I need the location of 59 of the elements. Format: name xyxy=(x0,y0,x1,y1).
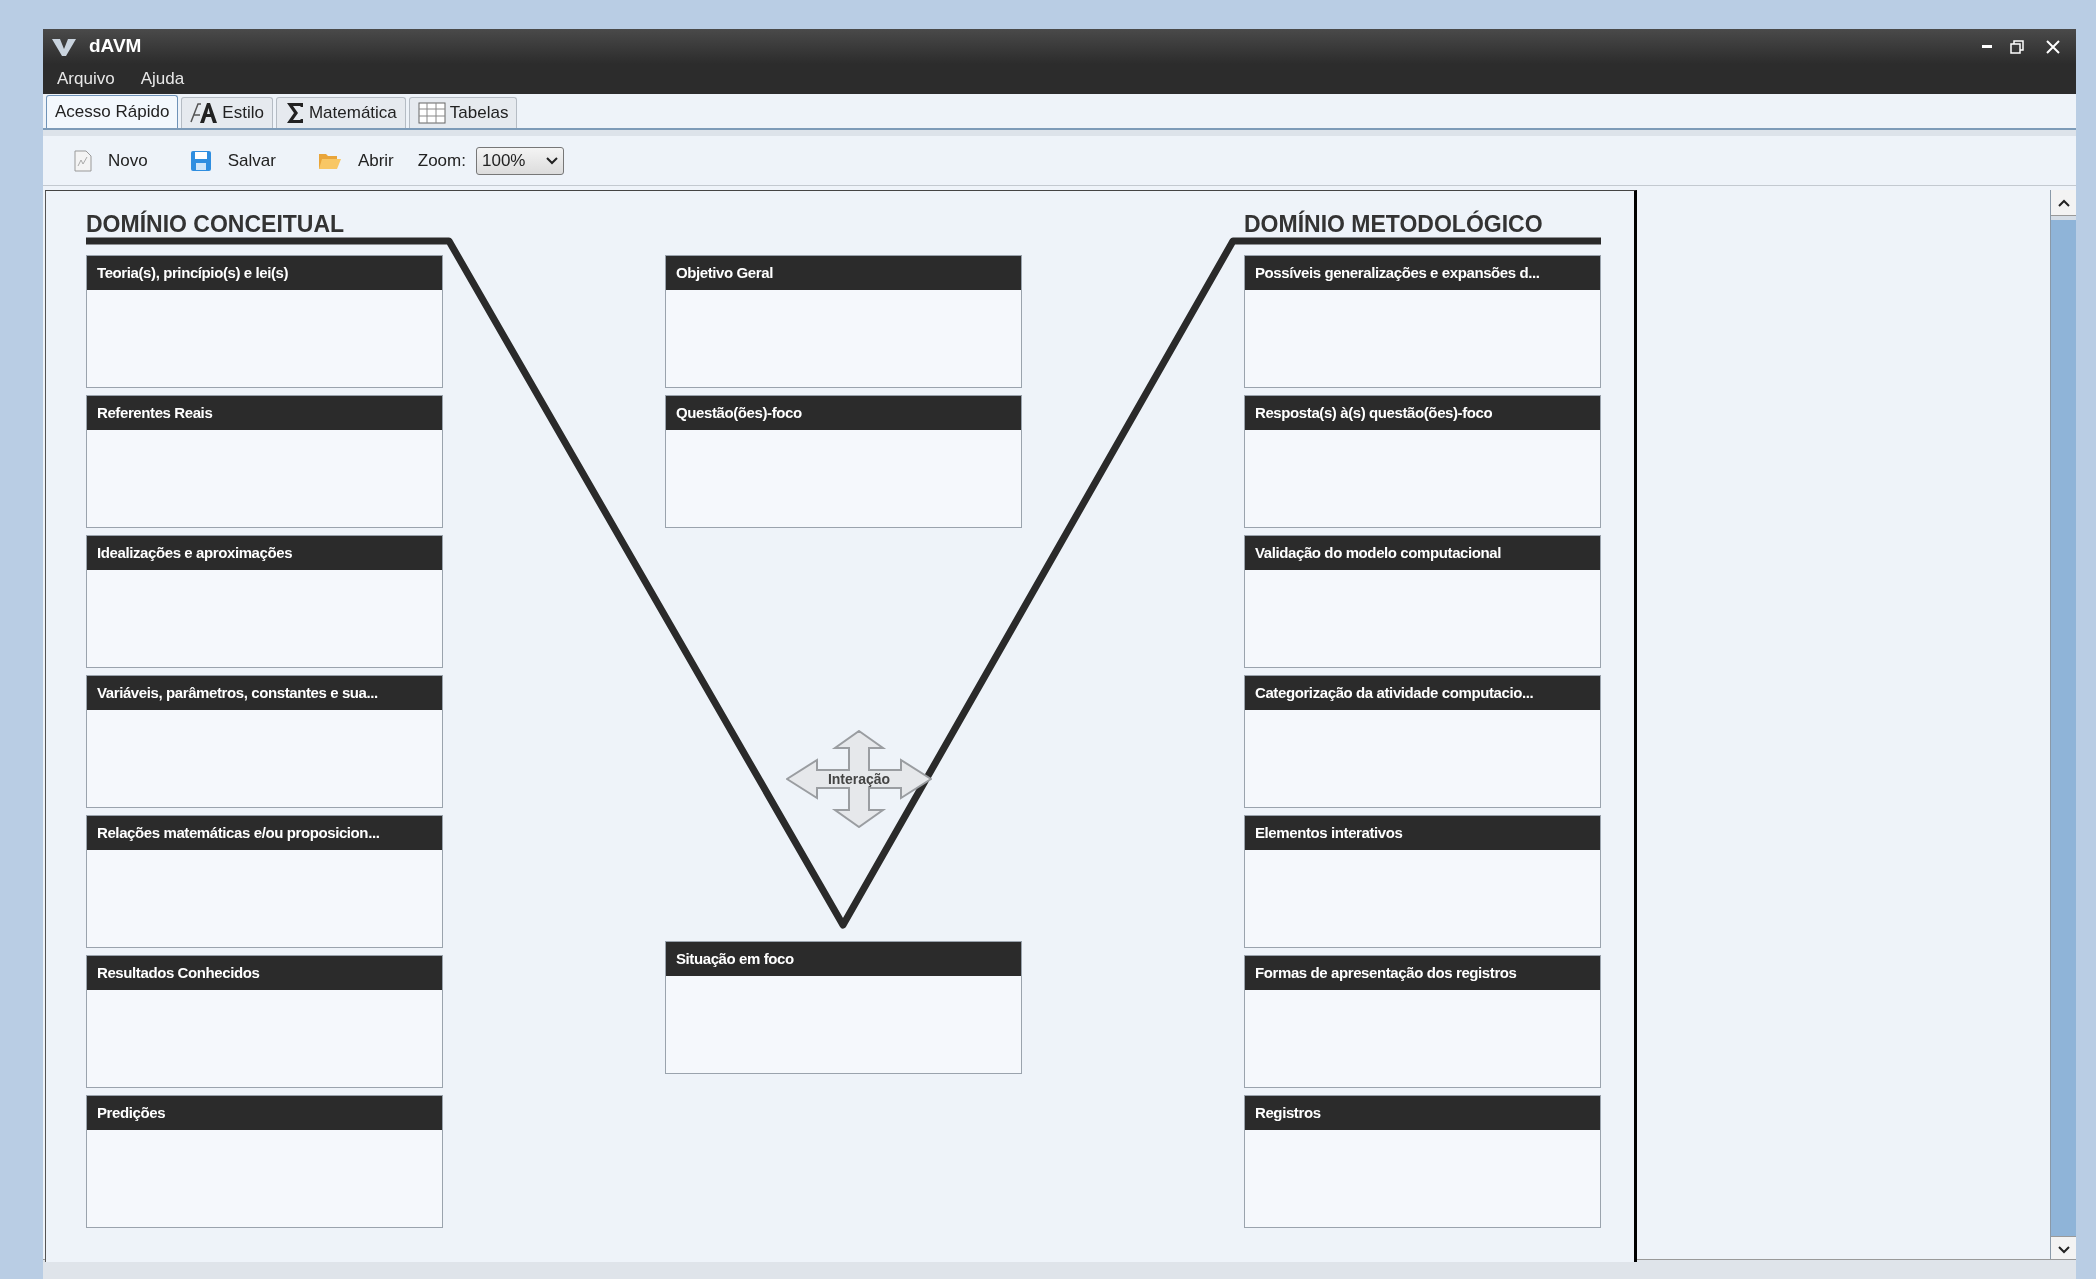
ribbon-tab[interactable]: Matemática xyxy=(275,97,406,128)
toolbar-button[interactable]: Salvar xyxy=(183,147,282,174)
box-header: Elementos interativos xyxy=(1245,816,1600,850)
restore-icon xyxy=(2010,39,2024,54)
table-icon xyxy=(417,102,446,124)
box-header: Validação do modelo computacional xyxy=(1245,536,1600,570)
diagram-box[interactable]: Idealizações e aproximações xyxy=(86,535,443,668)
box-header: Referentes Reais xyxy=(87,396,442,430)
box-header: Predições xyxy=(87,1096,442,1130)
diagram-box[interactable]: Formas de apresentação dos registros xyxy=(1244,955,1601,1088)
diagram-box[interactable]: Predições xyxy=(86,1095,443,1228)
box-header: Teoria(s), princípio(s) e lei(s) xyxy=(87,256,442,290)
box-header: Idealizações e aproximações xyxy=(87,536,442,570)
box-header: Resposta(s) à(s) questão(ões)-foco xyxy=(1245,396,1600,430)
diagram-box[interactable]: Relações matemáticas e/ou proposicion... xyxy=(86,815,443,948)
box-header: Situação em foco xyxy=(666,942,1021,976)
diagram-box[interactable]: Questão(ões)-foco xyxy=(665,395,1022,528)
diagram-box[interactable]: Variáveis, parâmetros, constantes e sua... xyxy=(86,675,443,808)
diagram-box[interactable]: Referentes Reais xyxy=(86,395,443,528)
diagram-box[interactable]: Situação em foco xyxy=(665,941,1022,1074)
sigma-icon xyxy=(284,101,305,125)
menu-item[interactable]: Ajuda xyxy=(140,66,185,92)
ribbon-tab[interactable]: Tabelas xyxy=(408,97,518,128)
toolbar-button[interactable]: Abrir xyxy=(311,147,400,174)
window-title: dAVM xyxy=(89,34,142,59)
left-domain-heading: DOMÍNIO CONCEITUAL xyxy=(86,209,346,239)
right-domain-heading: DOMÍNIO METODOLÓGICO xyxy=(1244,209,1544,239)
diagram-box[interactable]: Objetivo Geral xyxy=(665,255,1022,388)
document-icon xyxy=(74,149,92,172)
interaction-label: Interação xyxy=(826,770,892,789)
zoom-label: Zoom: xyxy=(417,149,466,172)
box-header: Registros xyxy=(1245,1096,1600,1130)
box-header: Resultados Conhecidos xyxy=(87,956,442,990)
diagram-box[interactable]: Resposta(s) à(s) questão(ões)-foco xyxy=(1244,395,1601,528)
diagram-box[interactable]: Registros xyxy=(1244,1095,1601,1228)
box-header: Formas de apresentação dos registros xyxy=(1245,956,1600,990)
close-icon xyxy=(2046,39,2060,54)
font-icon xyxy=(190,102,219,124)
chevron-down-icon xyxy=(545,156,558,165)
diagram-box[interactable]: Elementos interativos xyxy=(1244,815,1601,948)
zoom-dropdown[interactable]: 100% xyxy=(475,146,564,175)
box-header: Relações matemáticas e/ou proposicion... xyxy=(87,816,442,850)
diagram-box[interactable]: Teoria(s), princípio(s) e lei(s) xyxy=(86,255,443,388)
app-logo-icon xyxy=(51,36,77,57)
diagram-box[interactable]: Resultados Conhecidos xyxy=(86,955,443,1088)
box-header: Variáveis, parâmetros, constantes e sua... xyxy=(87,676,442,710)
ribbon-tab[interactable]: Acesso Rápido xyxy=(46,95,179,128)
ribbon-tab[interactable]: Estilo xyxy=(181,97,273,128)
diagram-box[interactable]: Validação do modelo computacional xyxy=(1244,535,1601,668)
box-header: Questão(ões)-foco xyxy=(666,396,1021,430)
diagram-box[interactable]: Categorização da atividade computacio... xyxy=(1244,675,1601,808)
box-header: Categorização da atividade computacio... xyxy=(1245,676,1600,710)
box-header: Objetivo Geral xyxy=(666,256,1021,290)
interaction-arrows[interactable]: Interação xyxy=(786,730,932,828)
diagram-box[interactable]: Possíveis generalizações e expansões d... xyxy=(1244,255,1601,388)
toolbar-button[interactable]: Novo xyxy=(68,147,154,174)
box-header: Possíveis generalizações e expansões d... xyxy=(1245,256,1600,290)
menu-item[interactable]: Arquivo xyxy=(57,66,115,92)
save-icon xyxy=(189,149,212,172)
